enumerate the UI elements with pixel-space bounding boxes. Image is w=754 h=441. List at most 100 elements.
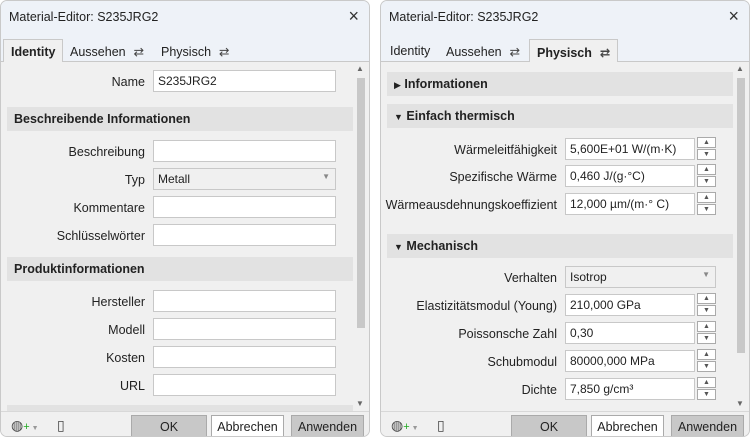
apply-button[interactable]: Anwenden — [671, 415, 744, 436]
tab-bar: Identity Aussehen ⇄ Physisch ⇄ — [381, 35, 749, 63]
spin-up-icon[interactable]: ▲ — [697, 321, 716, 332]
spin-down-icon[interactable]: ▼ — [697, 333, 716, 344]
modell-input[interactable] — [153, 318, 336, 340]
identity-panel: Name S235JRG2 Beschreibende Informatione… — [1, 62, 369, 411]
dichte-input[interactable]: 7,850 g/cm³ — [565, 378, 695, 400]
expand-icon: ▶ — [394, 80, 401, 90]
schluesselwoerter-label: Schlüsselwörter — [56, 229, 145, 243]
tab-physisch[interactable]: Physisch ⇄ — [154, 39, 237, 63]
add-material-icon[interactable]: ◍+ ▼ — [11, 417, 39, 434]
spin-up-icon[interactable]: ▲ — [697, 377, 716, 388]
verhalten-label: Verhalten — [504, 271, 557, 285]
cancel-button[interactable]: Abbrechen — [591, 415, 664, 436]
apply-button[interactable]: Anwenden — [291, 415, 364, 436]
chevron-down-icon: ▼ — [322, 172, 330, 181]
dialog-title: Material-Editor: S235JRG2 — [9, 10, 159, 24]
spin-down-icon[interactable]: ▼ — [697, 305, 716, 316]
title-bar: Material-Editor: S235JRG2 × — [1, 1, 369, 35]
tab-physisch[interactable]: Physisch ⇄ — [529, 39, 619, 63]
scroll-up-icon[interactable]: ▲ — [736, 64, 744, 73]
section-title: Informationen — [404, 77, 488, 91]
verhalten-select[interactable]: Isotrop ▼ — [565, 266, 716, 288]
spin-down-icon[interactable]: ▼ — [697, 149, 716, 160]
cancel-button[interactable]: Abbrechen — [211, 415, 284, 436]
collapse-icon: ▼ — [394, 242, 403, 252]
waermeleitfaehigkeit-label: Wärmeleitfähigkeit — [454, 143, 557, 157]
tab-label: Identity — [11, 45, 56, 59]
dialog-footer: ◍+ ▼ ▯ OK Abbrechen Anwenden — [1, 411, 369, 436]
poissonsche-zahl-label: Poissonsche Zahl — [458, 327, 557, 341]
tab-identity[interactable]: Identity — [3, 39, 64, 63]
scrollbar[interactable]: ▲ ▼ — [735, 62, 747, 411]
name-input[interactable]: S235JRG2 — [153, 70, 336, 92]
section-informationen[interactable]: ▶ Informationen — [387, 72, 733, 96]
swap-icon: ⇄ — [599, 46, 611, 60]
swap-icon: ⇄ — [133, 45, 145, 59]
scroll-down-icon[interactable]: ▼ — [356, 399, 364, 408]
spin-down-icon[interactable]: ▼ — [697, 389, 716, 400]
typ-select[interactable]: Metall ▼ — [153, 168, 336, 190]
spin-down-icon[interactable]: ▼ — [697, 361, 716, 372]
hersteller-label: Hersteller — [91, 295, 146, 309]
tab-aussehen[interactable]: Aussehen ⇄ — [63, 39, 151, 63]
kosten-label: Kosten — [106, 351, 145, 365]
title-bar: Material-Editor: S235JRG2 × — [381, 1, 749, 35]
schluesselwoerter-input[interactable] — [153, 224, 336, 246]
scroll-down-icon[interactable]: ▼ — [736, 399, 744, 408]
waermeleitfaehigkeit-input[interactable]: 5,600E+01 W/(m·K) — [565, 138, 695, 160]
material-editor-dialog-physisch: Material-Editor: S235JRG2 × Identity Aus… — [380, 0, 750, 437]
panel-layout-icon[interactable]: ▯ — [57, 417, 65, 434]
dialog-title: Material-Editor: S235JRG2 — [389, 10, 539, 24]
chevron-down-icon: ▼ — [702, 270, 710, 279]
waermeausdehnung-label: Wärmeausdehnungskoeffizient — [385, 198, 557, 212]
kommentare-label: Kommentare — [73, 201, 145, 215]
spezifische-waerme-input[interactable]: 0,460 J/(g·°C) — [565, 165, 695, 187]
schubmodul-input[interactable]: 80000,000 MPa — [565, 350, 695, 372]
dichte-label: Dichte — [521, 383, 557, 397]
kommentare-input[interactable] — [153, 196, 336, 218]
ok-button[interactable]: OK — [131, 415, 207, 436]
material-editor-dialog-identity: Material-Editor: S235JRG2 × Identity Aus… — [0, 0, 370, 437]
add-material-icon[interactable]: ◍+ ▼ — [391, 417, 419, 434]
name-label: Name — [111, 75, 145, 89]
close-icon[interactable]: × — [348, 6, 359, 27]
tab-label: Aussehen — [446, 45, 502, 59]
spin-up-icon[interactable]: ▲ — [697, 164, 716, 175]
tab-aussehen[interactable]: Aussehen ⇄ — [439, 39, 527, 63]
tab-identity[interactable]: Identity — [383, 39, 437, 63]
dialog-footer: ◍+ ▼ ▯ OK Abbrechen Anwenden — [381, 411, 749, 436]
panel-layout-icon[interactable]: ▯ — [437, 417, 445, 434]
scroll-up-icon[interactable]: ▲ — [356, 64, 364, 73]
spezifische-waerme-label: Spezifische Wärme — [449, 170, 557, 184]
tab-label: Physisch — [537, 46, 592, 60]
url-input[interactable] — [153, 374, 336, 396]
beschreibung-input[interactable] — [153, 140, 336, 162]
swap-icon: ⇄ — [219, 45, 230, 59]
spin-up-icon[interactable]: ▲ — [697, 293, 716, 304]
scroll-thumb[interactable] — [737, 78, 745, 353]
schubmodul-label: Schubmodul — [487, 355, 558, 369]
scroll-thumb[interactable] — [357, 78, 365, 328]
hersteller-input[interactable] — [153, 290, 336, 312]
section-mechanisch[interactable]: ▼ Mechanisch — [387, 234, 733, 258]
tab-label: Physisch — [161, 45, 212, 59]
close-icon[interactable]: × — [728, 6, 739, 27]
poissonsche-zahl-input[interactable]: 0,30 — [565, 322, 695, 344]
spin-up-icon[interactable]: ▲ — [697, 349, 716, 360]
typ-label: Typ — [124, 173, 145, 187]
physisch-panel: ▶ Informationen ▼ Einfach thermisch Wärm… — [381, 62, 749, 411]
spin-up-icon[interactable]: ▲ — [697, 192, 716, 203]
scrollbar[interactable]: ▲ ▼ — [355, 62, 367, 411]
waermeausdehnung-input[interactable]: 12,000 µm/(m·° C) — [565, 193, 695, 215]
collapse-icon: ▼ — [394, 112, 403, 122]
elastizitaetsmodul-label: Elastizitätsmodul (Young) — [416, 299, 557, 313]
spin-up-icon[interactable]: ▲ — [697, 137, 716, 148]
spin-down-icon[interactable]: ▼ — [697, 204, 716, 215]
section-produktinformationen[interactable]: Produktinformationen — [7, 257, 353, 281]
kosten-input[interactable] — [153, 346, 336, 368]
elastizitaetsmodul-input[interactable]: 210,000 GPa — [565, 294, 695, 316]
section-beschreibende-informationen[interactable]: Beschreibende Informationen — [7, 107, 353, 131]
ok-button[interactable]: OK — [511, 415, 587, 436]
section-einfach-thermisch[interactable]: ▼ Einfach thermisch — [387, 104, 733, 128]
spin-down-icon[interactable]: ▼ — [697, 176, 716, 187]
